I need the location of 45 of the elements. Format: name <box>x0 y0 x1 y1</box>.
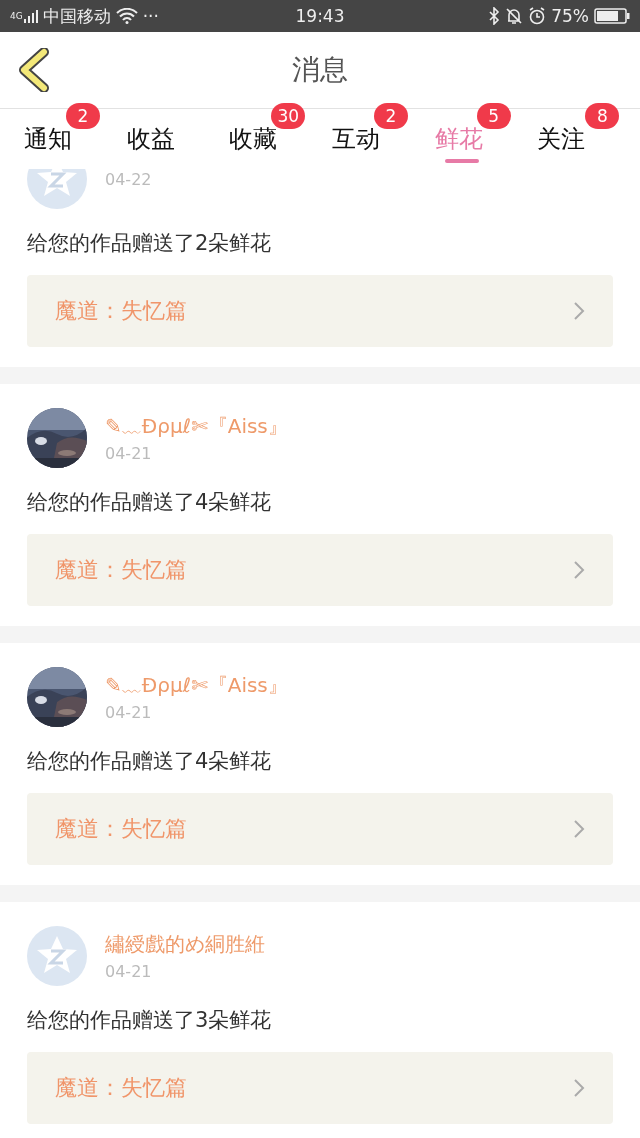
message-text: 给您的作品赠送了4朵鲜花 <box>27 748 273 775</box>
count-badge: 2 <box>66 103 100 129</box>
battery-icon <box>594 7 630 25</box>
tab[interactable]: 关注 <box>537 123 586 155</box>
chevron-right-icon <box>573 819 585 839</box>
message-date: 04-22 <box>105 169 152 189</box>
chevron-right-icon <box>573 560 585 580</box>
message-date: 04-21 <box>105 962 153 981</box>
carrier-name: 中国移动 <box>42 4 111 28</box>
clock: 19:43 <box>295 6 345 26</box>
work-link[interactable]: 魔道：失忆篇 <box>27 534 613 606</box>
message-date: 04-21 <box>105 703 153 722</box>
tab[interactable]: 收益 <box>126 123 175 155</box>
user-name[interactable]: ✎﹏Ðρμℓ✄『Aiss』 <box>105 413 288 440</box>
bell-muted-icon <box>505 7 524 25</box>
bluetooth-icon <box>488 7 501 25</box>
page-title: 消息 <box>292 52 348 88</box>
chevron-right-icon <box>573 1078 585 1098</box>
chevron-right-icon <box>573 301 585 321</box>
work-title: 魔道：失忆篇 <box>55 556 187 584</box>
user-name[interactable]: ✎﹏Ðρμℓ✄『Aiss』 <box>105 672 288 699</box>
message-text: 给您的作品赠送了2朵鲜花 <box>27 230 273 257</box>
work-link[interactable]: 魔道：失忆篇 <box>27 1052 613 1124</box>
work-title: 魔道：失忆篇 <box>55 297 187 325</box>
battery-percent: 75% <box>551 6 589 26</box>
message-text: 给您的作品赠送了4朵鲜花 <box>27 489 273 516</box>
more-indicator: ··· <box>142 6 159 26</box>
count-badge: 2 <box>374 103 408 129</box>
network-type: 4G <box>10 10 23 21</box>
message-text: 给您的作品赠送了3朵鲜花 <box>27 1007 273 1034</box>
tab-underline <box>444 159 479 163</box>
default-avatar-icon <box>27 926 87 986</box>
work-link[interactable]: 魔道：失忆篇 <box>27 793 613 865</box>
count-badge: 8 <box>585 103 620 129</box>
count-badge: 5 <box>476 103 511 129</box>
work-title: 魔道：失忆篇 <box>55 815 187 843</box>
signal-icon <box>23 9 38 23</box>
wifi-icon <box>115 8 138 24</box>
count-badge: 30 <box>271 103 306 129</box>
alarm-icon <box>528 7 547 25</box>
back-icon[interactable] <box>17 48 51 92</box>
work-link[interactable]: 魔道：失忆篇 <box>27 275 613 347</box>
user-name[interactable]: 繡綬戲的め絧胜絍 <box>105 931 265 958</box>
work-title: 魔道：失忆篇 <box>55 1074 187 1102</box>
message-date: 04-21 <box>105 444 153 463</box>
